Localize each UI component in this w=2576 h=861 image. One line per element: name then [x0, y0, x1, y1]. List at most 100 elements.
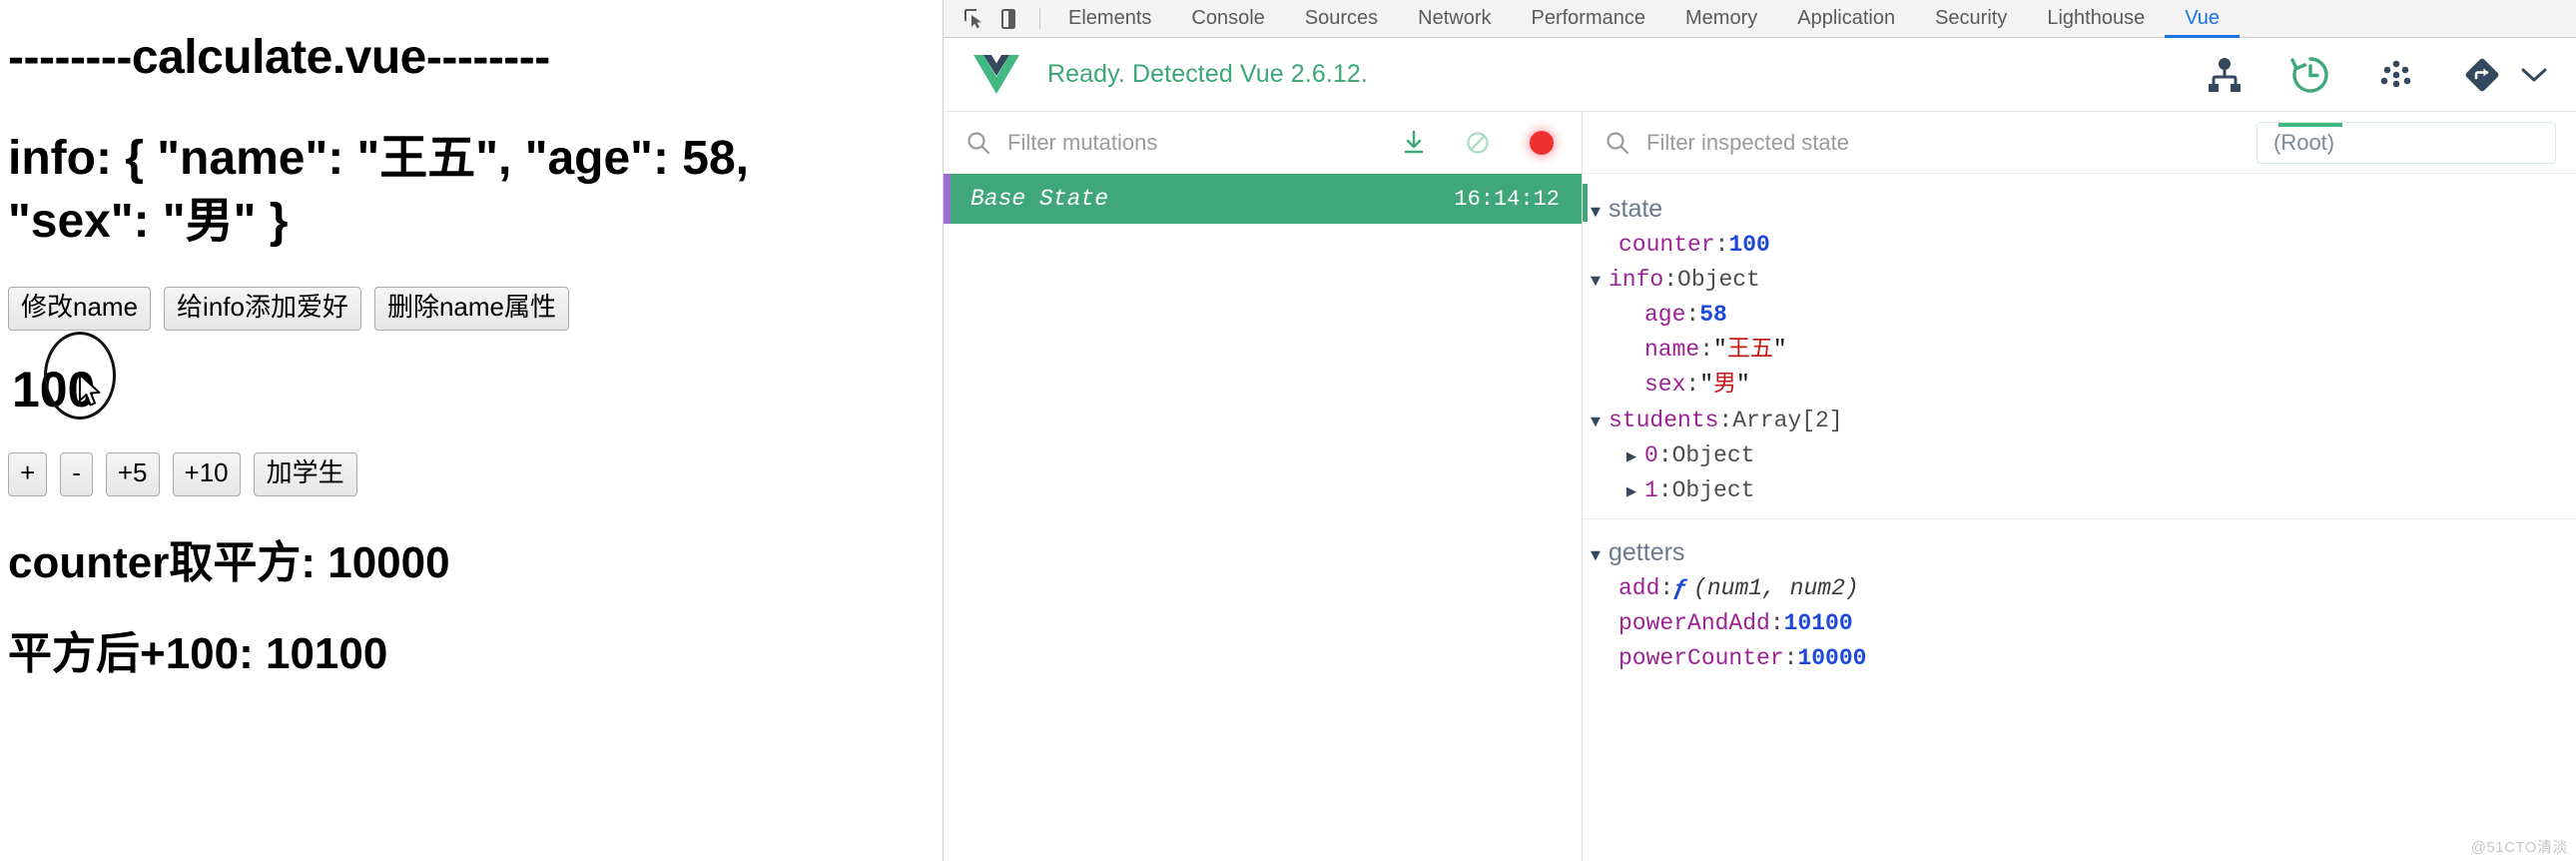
state-node-counter[interactable]: counter: 100 [1583, 228, 2576, 263]
inspector-filter-input[interactable] [1644, 128, 2256, 157]
node-key: add [1618, 574, 1660, 601]
node-value: Array[2] [1732, 407, 1843, 433]
search-icon [967, 131, 990, 154]
object-buttons-row: 修改name 给info添加爱好 删除name属性 [8, 287, 935, 332]
power-counter-text: counter取平方: 10000 [8, 538, 450, 588]
tab-vue[interactable]: Vue [2165, 1, 2241, 38]
node-key: 0 [1644, 441, 1658, 468]
info-object-text: info: { "name": "王五", "age": 58, "sex": … [8, 131, 749, 248]
node-key: 1 [1644, 476, 1658, 503]
add-student-button[interactable]: 加学生 [253, 452, 357, 497]
node-value: 王五 [1726, 337, 1773, 364]
chevron-down-icon[interactable]: ▼ [1583, 271, 1609, 295]
devtools-tabbar: Elements Console Sources Network Perform… [944, 0, 2576, 38]
vuex-history-icon[interactable] [2278, 47, 2342, 127]
clear-icon[interactable] [1458, 123, 1498, 163]
tab-application[interactable]: Application [1777, 1, 1915, 38]
record-icon[interactable] [1522, 123, 1562, 163]
chevron-down-icon[interactable]: ▼ [1583, 412, 1609, 435]
getter-node-power-counter[interactable]: powerCounter: 10000 [1583, 641, 2576, 676]
delete-name-button[interactable]: 删除name属性 [373, 287, 570, 332]
node-value: (num1, num2) [1693, 574, 1859, 601]
vue-header-icon-group [2167, 47, 2552, 127]
chevron-down-icon[interactable] [2516, 47, 2552, 103]
root-select-value: (Root) [2273, 129, 2335, 155]
state-node-info-name[interactable]: name: " 王五 " [1583, 333, 2576, 368]
node-value: Object [1671, 441, 1755, 468]
events-icon[interactable] [2368, 47, 2424, 103]
mutation-label: Base State [970, 186, 1109, 212]
node-key: info [1609, 267, 1664, 294]
toolbar-divider [1039, 8, 1040, 29]
modify-name-button[interactable]: 修改name [8, 287, 152, 332]
state-node-students[interactable]: ▼ students: Array[2] [1583, 404, 2576, 438]
node-key: powerAndAdd [1618, 609, 1770, 636]
node-key: students [1609, 407, 1719, 433]
mutation-row-base-state[interactable]: Base State 16:14:12 [944, 174, 1582, 224]
node-key: age [1644, 302, 1686, 329]
state-node-info[interactable]: ▼ info: Object [1583, 263, 2576, 298]
counter-value: 100 [12, 362, 96, 419]
node-value: 58 [1699, 302, 1727, 329]
device-toolbar-icon[interactable] [991, 2, 1025, 36]
vue-logo-icon [973, 54, 1019, 94]
decrement-button[interactable]: - [60, 452, 93, 497]
state-group-header[interactable]: ▼ state [1583, 190, 2576, 228]
getter-node-power-and-add[interactable]: powerAndAdd: 10100 [1583, 606, 2576, 641]
tab-console[interactable]: Console [1171, 1, 1284, 38]
mutations-actions [1370, 123, 1562, 163]
root-select[interactable]: (Root) [2256, 121, 2556, 164]
tab-sources[interactable]: Sources [1285, 1, 1398, 38]
mutation-list: Base State 16:14:12 [944, 174, 1582, 861]
tab-lighthouse[interactable]: Lighthouse [2027, 1, 2165, 38]
node-key: name [1644, 337, 1700, 364]
add-five-button[interactable]: +5 [105, 452, 160, 497]
browser-page-content: --------calculate.vue-------- info: { "n… [0, 0, 943, 861]
watermark: @51CTO清淡 [2470, 839, 2568, 856]
state-node-students-1[interactable]: ▶ 1: Object [1583, 473, 2576, 508]
components-tree-icon[interactable] [2197, 47, 2253, 103]
mutation-time: 16:14:12 [1454, 186, 1560, 212]
vue-status-text: Ready. Detected Vue 2.6.12. [1047, 60, 1368, 88]
screen: --------calculate.vue-------- info: { "n… [0, 0, 2576, 861]
state-node-info-sex[interactable]: sex: " 男 " [1583, 368, 2576, 403]
search-icon [1607, 131, 1629, 154]
inspect-element-icon[interactable] [958, 2, 991, 36]
devtools-panel: Elements Console Sources Network Perform… [943, 0, 2576, 861]
mutations-filter-input[interactable] [1005, 128, 1370, 157]
node-key: powerCounter [1618, 645, 1784, 672]
chevron-right-icon[interactable]: ▶ [1618, 481, 1644, 505]
inspector-filter-bar: (Root) [1583, 112, 2576, 174]
devtools-tools [952, 0, 1031, 37]
chevron-down-icon[interactable]: ▼ [1583, 545, 1609, 569]
state-node-students-0[interactable]: ▶ 0: Object [1583, 438, 2576, 473]
inspected-state-tree: ▼ state counter: 100 ▼ info: Object age:… [1583, 174, 2576, 861]
node-value: Object [1671, 476, 1755, 503]
getters-section: ▼ getters add: ƒ (num1, num2) powerAndAdd… [1583, 517, 2576, 686]
state-group-label: state [1609, 195, 1663, 223]
getters-group-header[interactable]: ▼ getters [1583, 533, 2576, 571]
chevron-down-icon[interactable]: ▼ [1583, 202, 1609, 226]
node-value: 100 [1728, 232, 1770, 258]
node-value: 10100 [1783, 609, 1853, 636]
chevron-right-icon[interactable]: ▶ [1618, 446, 1644, 470]
mutations-pane: Base State 16:14:12 [944, 112, 1583, 861]
getters-group-label: getters [1609, 537, 1685, 566]
routing-icon[interactable] [2454, 47, 2510, 103]
devtools-tab-list: Elements Console Sources Network Perform… [1048, 0, 2241, 38]
node-value: 男 [1713, 372, 1737, 399]
tab-elements[interactable]: Elements [1048, 1, 1171, 38]
tab-security[interactable]: Security [1915, 1, 2027, 38]
function-glyph: ƒ [1673, 574, 1688, 601]
getter-node-add[interactable]: add: ƒ (num1, num2) [1583, 571, 2576, 606]
add-hobby-button[interactable]: 给info添加爱好 [164, 287, 361, 332]
export-icon[interactable] [1394, 123, 1434, 163]
power-and-add-text: 平方后+100: 10100 [8, 628, 388, 678]
tab-performance[interactable]: Performance [1512, 1, 1666, 38]
state-node-info-age[interactable]: age: 58 [1583, 298, 2576, 333]
add-ten-button[interactable]: +10 [172, 452, 241, 497]
vue-devtools-header: Ready. Detected Vue 2.6.12. [944, 38, 2576, 127]
tab-network[interactable]: Network [1398, 1, 1511, 38]
increment-button[interactable]: + [8, 452, 48, 497]
tab-memory[interactable]: Memory [1665, 1, 1777, 38]
